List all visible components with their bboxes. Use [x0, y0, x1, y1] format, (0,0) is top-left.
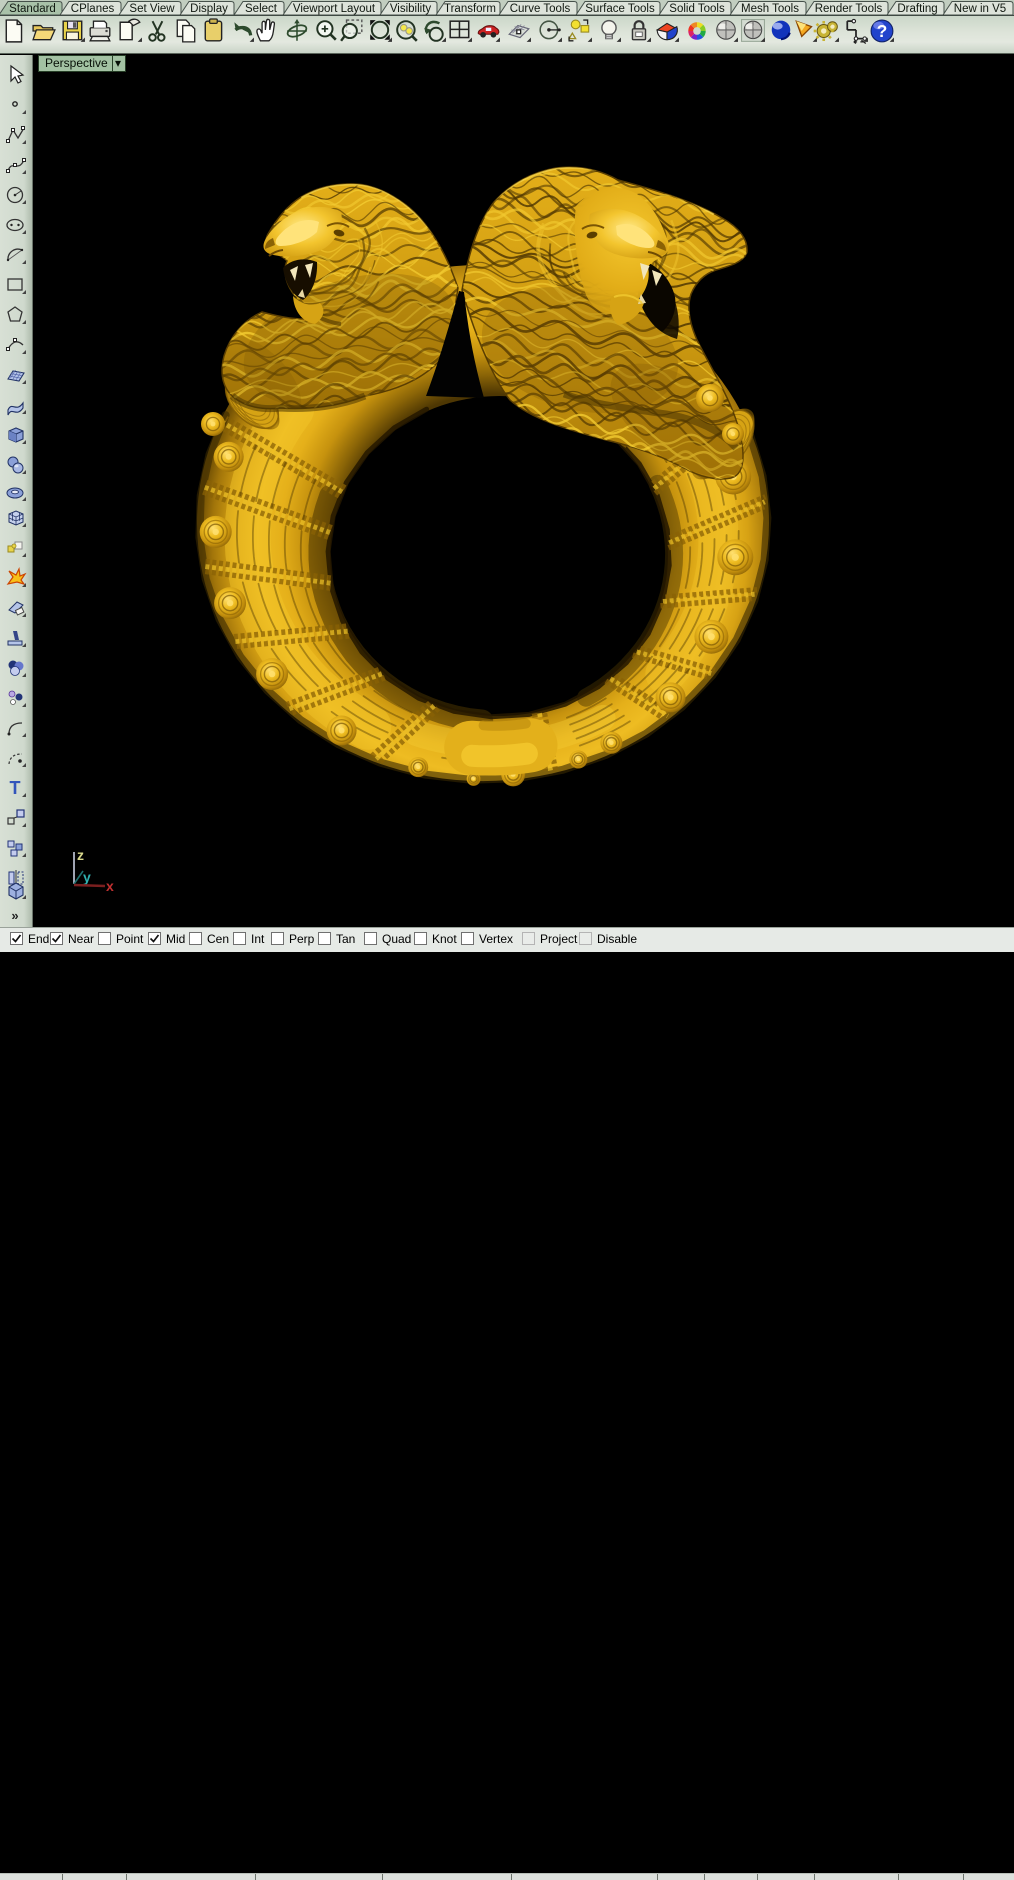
svg-text:Set View: Set View: [129, 3, 175, 15]
svg-text:Display: Display: [190, 3, 228, 15]
svg-text:Surface Tools: Surface Tools: [585, 3, 655, 15]
svg-text:Render Tools: Render Tools: [815, 3, 883, 15]
svg-text:CPlanes: CPlanes: [71, 3, 115, 15]
svg-text:?: ?: [877, 21, 888, 41]
svg-text:Viewport Layout: Viewport Layout: [293, 3, 376, 15]
svg-text:y: y: [83, 869, 91, 885]
svg-text:x: x: [106, 878, 114, 894]
svg-text:T: T: [10, 778, 21, 798]
svg-text:Transform: Transform: [444, 3, 496, 15]
svg-text:Visibility: Visibility: [390, 3, 432, 15]
svg-text:Solid Tools: Solid Tools: [669, 3, 725, 15]
svg-text:Standard: Standard: [9, 3, 56, 15]
svg-text:New in V5: New in V5: [954, 3, 1006, 15]
svg-text:Mesh Tools: Mesh Tools: [741, 3, 799, 15]
svg-text:Select: Select: [245, 3, 278, 15]
svg-text:»: »: [11, 908, 18, 923]
svg-text:z: z: [77, 847, 84, 863]
svg-text:Curve Tools: Curve Tools: [510, 3, 571, 15]
svg-text:Drafting: Drafting: [897, 3, 937, 15]
